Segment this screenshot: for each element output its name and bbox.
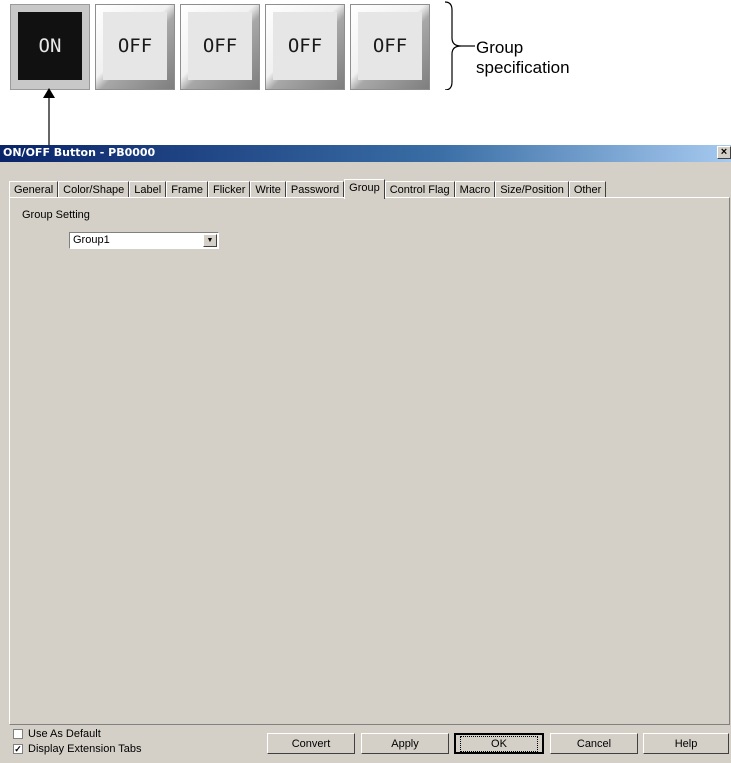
off-button-label: OFF — [188, 12, 252, 80]
apply-button[interactable]: Apply — [361, 733, 449, 754]
group-select-value: Group1 — [73, 234, 110, 246]
use-as-default-option[interactable]: Use As Default — [13, 728, 101, 740]
close-icon[interactable]: × — [717, 146, 731, 159]
tab-panel — [9, 197, 730, 725]
display-extension-tabs-label: Display Extension Tabs — [28, 743, 142, 755]
convert-button[interactable]: Convert — [267, 733, 355, 754]
tab-general[interactable]: General — [9, 181, 59, 198]
tab-control-flag[interactable]: Control Flag — [384, 181, 455, 198]
ok-button-label: OK — [460, 735, 538, 752]
tab-size-position[interactable]: Size/Position — [495, 181, 569, 198]
off-button-sample: OFF — [95, 4, 175, 90]
on-button-label: ON — [18, 12, 82, 80]
off-button-sample: OFF — [265, 4, 345, 90]
caption-line-2: specification — [476, 58, 570, 77]
on-button-sample: ON — [10, 4, 90, 90]
cancel-button[interactable]: Cancel — [550, 733, 638, 754]
ok-button[interactable]: OK — [454, 733, 544, 754]
tab-password[interactable]: Password — [285, 181, 345, 198]
off-button-sample: OFF — [350, 4, 430, 90]
chevron-down-icon[interactable]: ▼ — [203, 234, 217, 247]
group-specification-caption: Group specification — [476, 38, 570, 78]
tab-group[interactable]: Group — [344, 179, 385, 199]
tab-macro[interactable]: Macro — [454, 181, 496, 198]
use-as-default-label: Use As Default — [28, 728, 101, 740]
tab-strip: General Color/Shape Label Frame Flicker … — [9, 178, 607, 199]
caption-line-1: Group — [476, 38, 524, 57]
tab-write[interactable]: Write — [250, 181, 286, 198]
off-button-label: OFF — [273, 12, 337, 80]
tab-color-shape[interactable]: Color/Shape — [58, 181, 130, 198]
up-arrow-icon — [43, 88, 55, 148]
properties-dialog: ON/OFF Button - PB0000 × General Color/S… — [0, 145, 731, 763]
title-bar: ON/OFF Button - PB0000 × — [0, 145, 731, 162]
curly-brace-icon — [444, 1, 475, 90]
tab-frame[interactable]: Frame — [166, 181, 208, 198]
tab-flicker[interactable]: Flicker — [208, 181, 251, 198]
display-extension-tabs-checkbox[interactable]: ✓ — [13, 744, 23, 754]
tab-other[interactable]: Other — [568, 181, 607, 198]
use-as-default-checkbox[interactable] — [13, 729, 23, 739]
button-group-illustration: ON OFF OFF OFF OFF — [4, 4, 444, 90]
help-button[interactable]: Help — [643, 733, 729, 754]
off-button-sample: OFF — [180, 4, 260, 90]
off-button-label: OFF — [358, 12, 422, 80]
tab-label[interactable]: Label — [129, 181, 167, 198]
group-setting-label: Group Setting — [22, 209, 90, 221]
off-button-label: OFF — [103, 12, 167, 80]
group-select[interactable]: Group1 ▼ — [69, 232, 219, 249]
dialog-title: ON/OFF Button - PB0000 — [3, 146, 156, 159]
display-extension-tabs-option[interactable]: ✓ Display Extension Tabs — [13, 743, 142, 755]
